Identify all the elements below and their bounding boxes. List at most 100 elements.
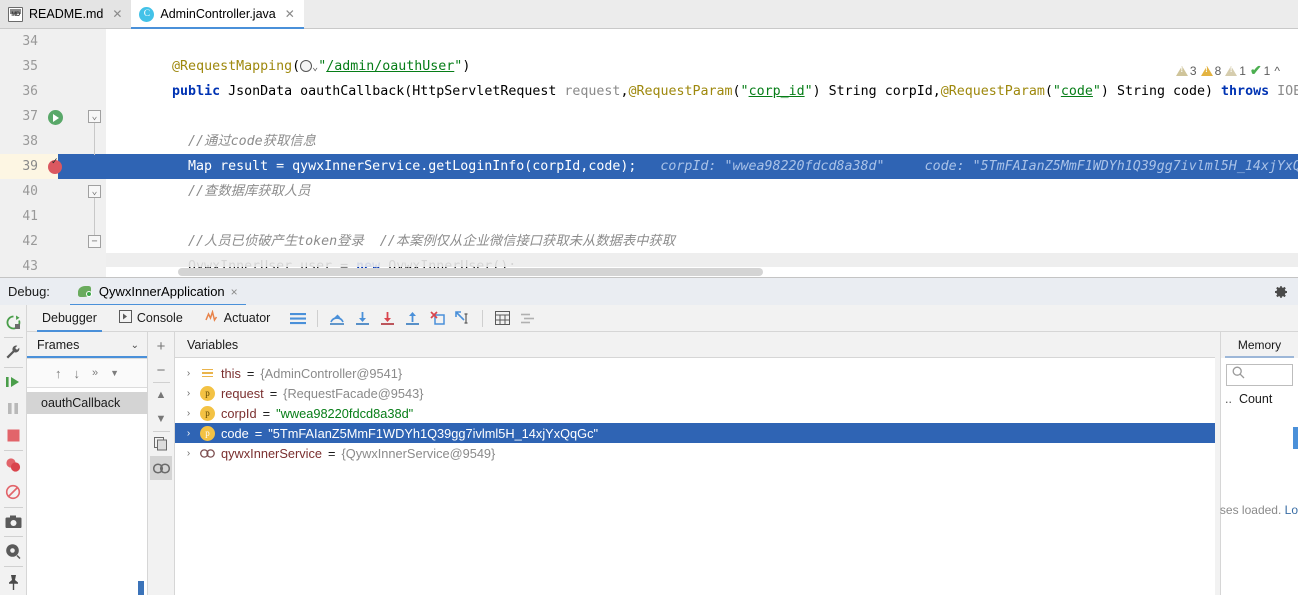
drop-frame-icon[interactable]: [425, 307, 450, 330]
close-icon[interactable]: ×: [231, 285, 238, 299]
tab-debugger[interactable]: Debugger: [31, 305, 108, 332]
code-editor[interactable]: ⌄ ⌄ − 34 35 36 37 38 39 40 41 42 43 44 @…: [0, 29, 1298, 277]
move-up-icon[interactable]: ▲: [150, 383, 172, 407]
inspection-widget[interactable]: 3 8 1 ✔1 ^: [1175, 62, 1280, 79]
type-string: String: [1116, 84, 1165, 99]
variables-header[interactable]: Variables: [175, 332, 1215, 358]
param-corpid: corpId: [884, 84, 933, 99]
debug-window-header: Debug: QywxInnerApplication ×: [0, 277, 1298, 306]
variable-row-corpid[interactable]: › p corpId = "wwea98220fdcd8a38d": [175, 403, 1215, 423]
mute-breakpoints-icon[interactable]: [515, 307, 540, 330]
pause-program-icon[interactable]: [1, 395, 25, 422]
expand-arrow-icon[interactable]: ›: [183, 408, 194, 419]
chevron-down-icon[interactable]: ⌄: [131, 340, 139, 351]
actuator-icon: [205, 309, 219, 326]
variable-row-qywxinnerservice[interactable]: › qywxInnerService = {QywxInnerService@9…: [175, 443, 1215, 463]
line-number: 38: [22, 134, 38, 149]
classes-loaded-text: ses loaded.: [1219, 503, 1285, 517]
copy-icon[interactable]: [150, 432, 172, 456]
layout-icon[interactable]: [285, 307, 310, 330]
fold-marker-method[interactable]: ⌄: [88, 110, 101, 123]
evaluate-expression-icon[interactable]: [490, 307, 515, 330]
frames-header[interactable]: Frames ⌄: [27, 332, 147, 358]
memory-search-field[interactable]: [1226, 364, 1293, 386]
weak-warning-icon: [1175, 65, 1188, 76]
force-step-into-icon[interactable]: [375, 307, 400, 330]
debug-left-rail: [0, 305, 27, 595]
line-number: 43: [22, 259, 38, 274]
frames-list[interactable]: oauthCallback: [27, 388, 147, 595]
tab-actuator[interactable]: Actuator: [194, 305, 282, 332]
weak-warning-count[interactable]: 3: [1175, 64, 1197, 78]
expand-arrow-icon[interactable]: ›: [183, 448, 194, 459]
frame-dropdown-icon[interactable]: ▼: [110, 368, 119, 378]
close-icon[interactable]: ✕: [285, 7, 295, 21]
variable-value: "5TmFAIanZ5MmF1WDYh1Q39gg7ivlml5H_14xjYx…: [268, 425, 599, 441]
pin-icon[interactable]: [1, 568, 25, 595]
move-down-icon[interactable]: ▼: [150, 407, 172, 431]
variable-row-this[interactable]: › this = {AdminController@9541}: [175, 363, 1215, 383]
variables-panel: Variables › this = {AdminController@9541…: [175, 332, 1215, 595]
classes-loaded-link[interactable]: Lo: [1285, 503, 1298, 517]
memory-header[interactable]: Memory: [1221, 332, 1298, 358]
editor-bottom-fade: [106, 253, 1298, 267]
fold-marker-comment[interactable]: −: [88, 235, 101, 248]
check-count[interactable]: ✔ 1: [1250, 62, 1270, 79]
remove-watch-icon[interactable]: −: [150, 358, 172, 382]
fold-marker-block[interactable]: ⌄: [88, 185, 101, 198]
comment-line-42a: //人员已侦破产生token登录: [188, 234, 364, 249]
step-into-icon[interactable]: [350, 307, 375, 330]
code-text-area[interactable]: @RequestMapping(⌄"/admin/oauthUser") pub…: [106, 29, 1298, 277]
expand-arrow-icon[interactable]: ›: [183, 368, 194, 379]
variables-title: Variables: [187, 337, 239, 352]
debug-session-tab[interactable]: QywxInnerApplication ×: [69, 278, 246, 306]
param-code: code: [1173, 84, 1206, 99]
mute-breakpoints-icon[interactable]: [1, 479, 25, 506]
editor-tab-admincontroller[interactable]: C AdminController.java ✕: [131, 0, 305, 29]
rerun-icon[interactable]: [1, 309, 25, 336]
settings-wrench-icon[interactable]: [1, 339, 25, 366]
editor-horizontal-scrollbar[interactable]: [178, 268, 763, 276]
variables-list[interactable]: › this = {AdminController@9541} › p requ…: [175, 358, 1215, 595]
memory-count-header[interactable]: .. Count: [1221, 386, 1298, 406]
collapse-icon[interactable]: ^: [1274, 64, 1280, 78]
frame-item-oauthcallback[interactable]: oauthCallback: [27, 392, 147, 414]
editor-tab-label: README.md: [29, 7, 104, 21]
editor-tab-readme[interactable]: MD README.md ✕: [0, 0, 132, 28]
warning-count[interactable]: 8: [1200, 64, 1221, 78]
inspect-icon[interactable]: [150, 456, 172, 480]
variable-value: {QywxInnerService@9549}: [341, 445, 496, 461]
close-icon[interactable]: ✕: [112, 7, 122, 21]
resume-program-icon[interactable]: [1, 369, 25, 396]
this-icon: [200, 366, 215, 381]
run-to-cursor-icon[interactable]: [450, 307, 475, 330]
gear-icon[interactable]: [1272, 283, 1290, 301]
tab-console[interactable]: Console: [108, 305, 194, 332]
web-mapping-icon[interactable]: [300, 60, 313, 72]
screenshot-icon[interactable]: [1, 509, 25, 536]
variable-row-request[interactable]: › p request = {RequestFacade@9543}: [175, 383, 1215, 403]
editor-tab-bar: MD README.md ✕ C AdminController.java ✕: [0, 0, 1298, 29]
step-over-icon[interactable]: [325, 307, 350, 330]
parameter-icon: p: [200, 425, 215, 441]
settings-gear-icon[interactable]: [1, 538, 25, 565]
frame-more-icon[interactable]: »: [92, 367, 98, 379]
debugger-tab-label: Debugger: [42, 311, 97, 325]
info-count[interactable]: 1: [1225, 64, 1246, 78]
memory-search-input[interactable]: [1245, 368, 1290, 382]
frame-up-icon[interactable]: ↑: [55, 366, 62, 381]
variable-row-code[interactable]: › p code = "5TmFAIanZ5MmF1WDYh1Q39gg7ivl…: [175, 423, 1215, 443]
inline-hint-corpid-label: corpId:: [660, 159, 717, 174]
expand-arrow-icon[interactable]: ›: [183, 428, 194, 439]
variable-value: {AdminController@9541}: [260, 365, 403, 381]
expand-arrow-icon[interactable]: ›: [183, 388, 194, 399]
debug-toolbar: Debugger Console Actuator: [27, 305, 1298, 332]
mapping-path-link[interactable]: /admin/oauthUser: [326, 59, 454, 74]
add-watch-icon[interactable]: +: [150, 334, 172, 358]
step-out-icon[interactable]: [400, 307, 425, 330]
view-breakpoints-icon[interactable]: [1, 452, 25, 479]
stop-icon[interactable]: [1, 422, 25, 449]
frame-down-icon[interactable]: ↓: [73, 366, 80, 381]
method-name: oauthCallback: [300, 84, 405, 99]
